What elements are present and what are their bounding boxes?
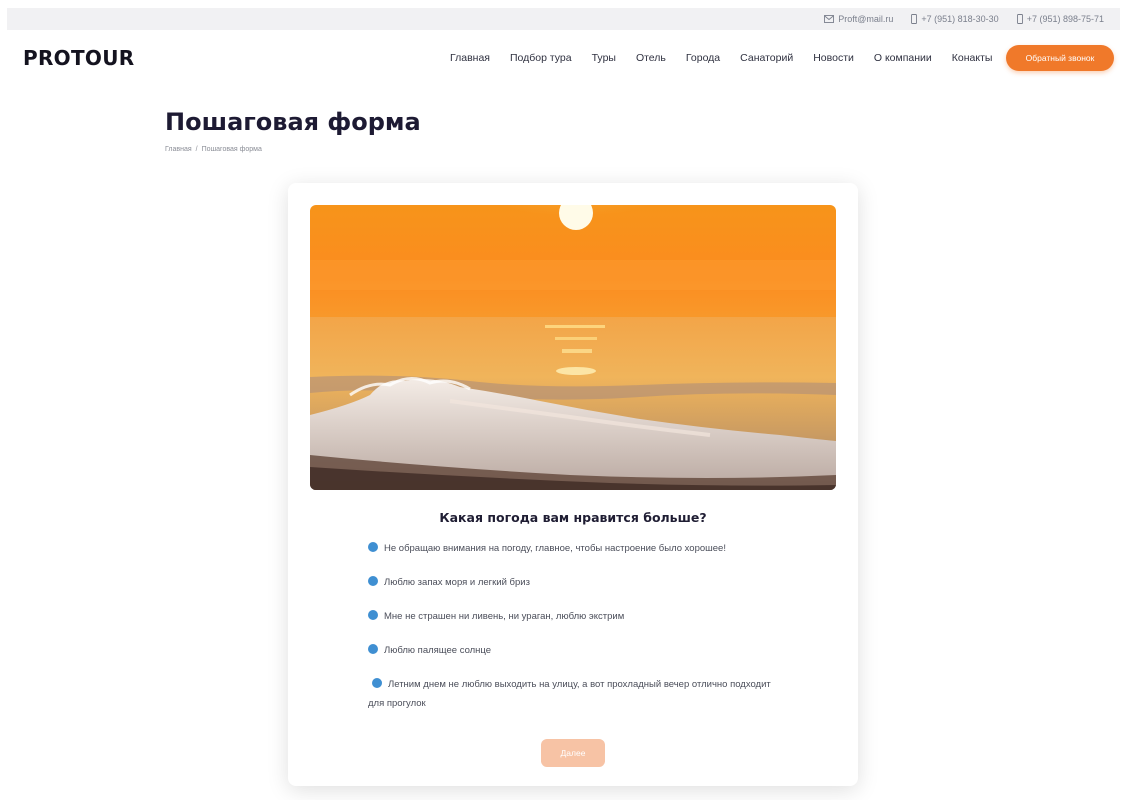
radio-dot-icon[interactable] [368,610,378,620]
breadcrumb: Главная / Пошаговая форма [165,146,262,153]
radio-dot-icon[interactable] [368,542,378,552]
phone-text-2: +7 (951) 898-75-71 [1026,14,1104,24]
quiz-option-3-label: Мне не страшен ни ливень, ни ураган, люб… [384,611,625,622]
site-logo[interactable]: PROTOUR [23,46,134,70]
nav-item-sanatorium[interactable]: Санаторий [730,52,803,64]
radio-dot-icon[interactable] [368,644,378,654]
main-nav: Главная Подбор тура Туры Отель Города Са… [440,40,1002,76]
phone-text-1: +7 (951) 818-30-30 [921,14,999,24]
quiz-option-5[interactable]: Летним днем не люблю выходить на улицу, … [368,675,788,713]
breadcrumb-home[interactable]: Главная [165,146,192,153]
phone-contact-1[interactable]: +7 (951) 818-30-30 [911,14,999,24]
phone-icon [911,14,918,24]
quiz-options: Не обращаю внимания на погоду, главное, … [368,539,788,728]
sunset-sea-photo [310,205,836,490]
quiz-option-5-label: Летним днем не люблю выходить на улицу, … [368,679,771,709]
breadcrumb-current: Пошаговая форма [201,146,262,153]
breadcrumb-separator: / [195,146,198,153]
quiz-option-1[interactable]: Не обращаю внимания на погоду, главное, … [368,539,788,558]
quiz-question: Какая погода вам нравится больше? [439,510,707,525]
quiz-option-4[interactable]: Люблю палящее солнце [368,641,788,660]
callback-button[interactable]: Обратный звонок [1006,45,1114,71]
quiz-option-3[interactable]: Мне не страшен ни ливень, ни ураган, люб… [368,607,788,626]
nav-item-tour-selection[interactable]: Подбор тура [500,52,582,64]
quiz-option-2-label: Люблю запах моря и легкий бриз [384,577,530,588]
nav-item-about[interactable]: О компании [864,52,942,64]
envelope-icon [824,15,835,23]
next-button[interactable]: Далее [541,739,605,767]
top-contact-bar: Proft@mail.ru +7 (951) 818-30-30 +7 (951… [7,8,1120,30]
quiz-option-1-label: Не обращаю внимания на погоду, главное, … [384,543,726,554]
page-title: Пошаговая форма [165,108,421,136]
step-form-card: Какая погода вам нравится больше? Не обр… [288,183,858,786]
site-header: PROTOUR Главная Подбор тура Туры Отель Г… [0,40,1127,76]
nav-item-home[interactable]: Главная [440,52,500,64]
nav-item-cities[interactable]: Города [676,52,730,64]
quiz-option-2[interactable]: Люблю запах моря и легкий бриз [368,573,788,592]
email-contact[interactable]: Proft@mail.ru [824,14,893,24]
nav-item-hotel[interactable]: Отель [626,52,676,64]
phone-contact-2[interactable]: +7 (951) 898-75-71 [1016,14,1104,24]
radio-dot-icon[interactable] [368,576,378,586]
nav-item-contacts[interactable]: Конакты [942,52,1003,64]
nav-item-news[interactable]: Новости [803,52,864,64]
phone-icon [1016,14,1023,24]
nav-item-tours[interactable]: Туры [582,52,626,64]
email-text: Proft@mail.ru [838,14,894,24]
quiz-option-4-label: Люблю палящее солнце [384,645,492,656]
radio-dot-icon[interactable] [372,678,382,688]
